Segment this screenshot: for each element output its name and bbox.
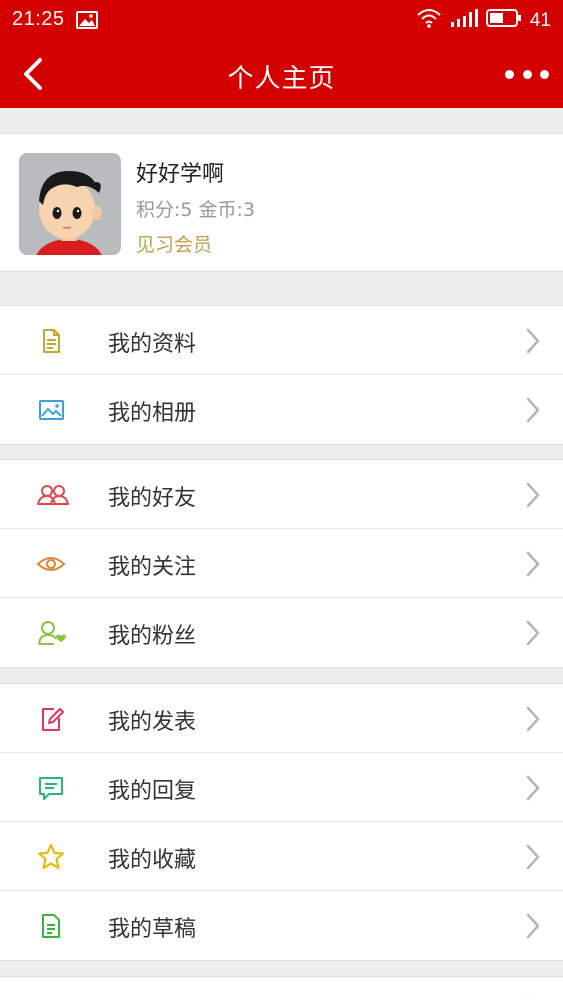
chevron-right-icon [525,396,541,424]
menu-item-my-posts[interactable]: 我的发表 [0,684,563,753]
menu-item-my-drafts[interactable]: 我的草稿 [0,891,563,960]
menu-group-profile: 我的资料 我的相册 [0,305,563,445]
menu-item-label: 我的资料 [108,332,197,357]
more-dot-icon [505,69,514,79]
menu-group-content: 我的发表 我的回复 我的收藏 我的草稿 [0,683,563,961]
menu-item-my-favorites[interactable]: 我的收藏 [0,822,563,891]
chevron-right-icon [525,843,541,871]
menu-item-my-friends[interactable]: 我的好友 [0,460,563,529]
avatar[interactable] [19,153,121,255]
menu-item-label: 我的相册 [108,401,197,426]
image-icon [36,395,66,425]
fan-user-icon [36,618,66,648]
menu-item-label: 我的收藏 [108,848,197,873]
menu-group-partial [0,976,563,1000]
edit-post-icon [36,704,66,734]
comment-icon [36,773,66,803]
menu-item-my-profile[interactable]: 我的资料 [0,306,563,375]
menu-item-label: 我的好友 [108,486,197,511]
status-indicators: 41 [416,8,551,34]
status-time: 21:25 [12,8,65,30]
member-level: 见习会员 [136,234,213,256]
menu-item-label: 我的关注 [108,555,197,580]
user-stats: 积分:5 金币:3 [136,199,256,221]
signal-icon [450,8,478,34]
user-name: 好好学啊 [136,162,225,187]
document-icon [36,326,66,356]
more-options-button[interactable] [505,62,549,86]
menu-item-label: 我的回复 [108,779,197,804]
menu-item-my-following[interactable]: 我的关注 [0,529,563,598]
eye-icon [36,549,66,579]
draft-icon [36,911,66,941]
gallery-notification-icon [76,11,98,33]
menu-item-my-replies[interactable]: 我的回复 [0,753,563,822]
status-bar: 21:25 41 [0,0,563,40]
chevron-right-icon [525,550,541,578]
chevron-right-icon [525,481,541,509]
menu-item-my-album[interactable]: 我的相册 [0,375,563,444]
friends-icon [36,480,69,510]
chevron-right-icon [525,705,541,733]
battery-level: 41 [529,10,551,31]
page-title: 个人主页 [227,64,336,94]
chevron-right-icon [525,619,541,647]
menu-item-my-fans[interactable]: 我的粉丝 [0,598,563,667]
profile-card[interactable]: 好好学啊 积分:5 金币:3 见习会员 [0,133,563,272]
menu-item-label: 我的发表 [108,710,197,735]
menu-item-label: 我的粉丝 [108,624,197,649]
menu-group-social: 我的好友 我的关注 我的粉丝 [0,459,563,668]
menu-item-label: 我的草稿 [108,917,197,942]
battery-icon [485,8,522,34]
chevron-right-icon [525,327,541,355]
chevron-right-icon [525,912,541,940]
wifi-icon [416,8,442,34]
star-icon [36,842,66,872]
menu-item-partial[interactable] [0,977,563,1000]
more-dot-icon [522,69,532,79]
chevron-right-icon [525,774,541,802]
nav-bar: 个人主页 [0,40,563,108]
more-dot-icon [540,69,549,79]
